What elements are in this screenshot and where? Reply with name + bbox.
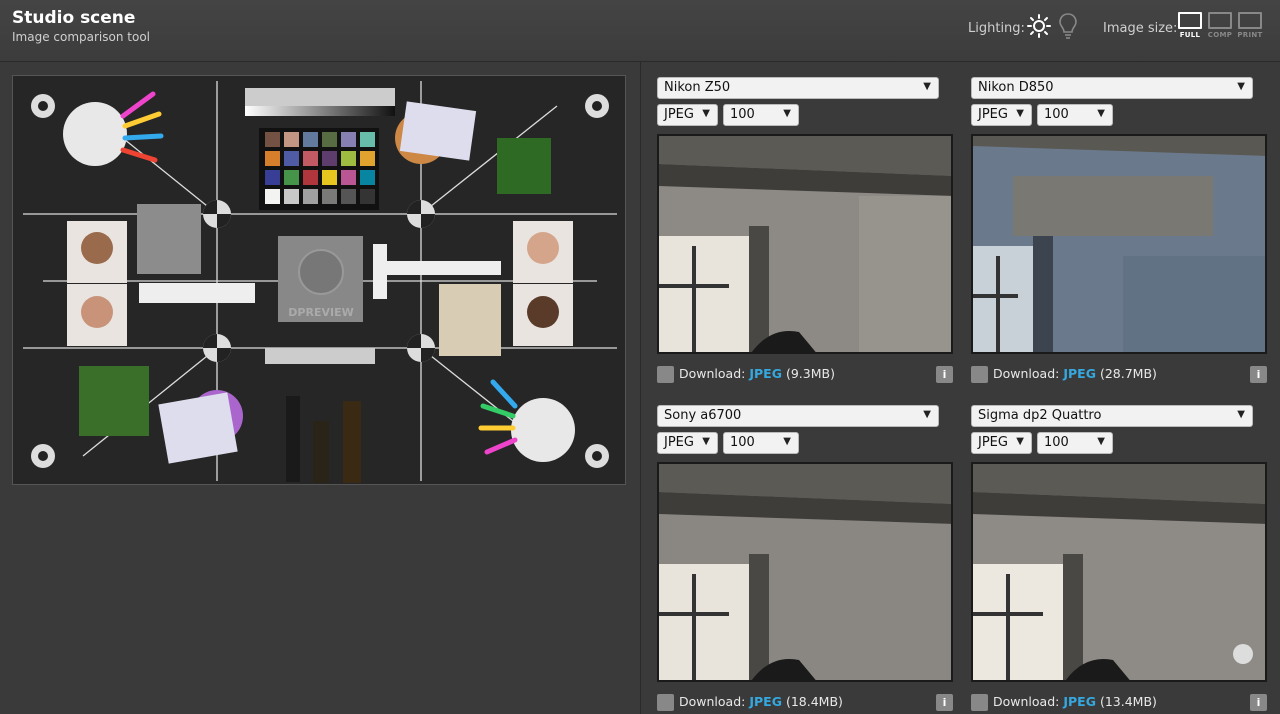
download-format-link[interactable]: JPEG [1063,366,1096,381]
full-size-icon [1178,12,1202,29]
size-comp-button[interactable]: COMP [1207,12,1233,42]
format-select[interactable]: JPEG ▼ [971,432,1032,454]
lighting-label: Lighting: [968,21,1025,36]
chevron-down-icon: ▼ [1016,436,1024,447]
download-row: Download: JPEG (28.7MB) i [971,365,1267,385]
crop-image[interactable] [971,134,1267,354]
studio-scene-image[interactable]: DPREVIEW [12,75,626,485]
download-format-link[interactable]: JPEG [749,366,782,381]
download-row: Download: JPEG (9.3MB) i [657,365,953,385]
format-select[interactable]: JPEG ▼ [657,432,718,454]
download-icon[interactable] [657,366,674,383]
chevron-down-icon: ▼ [1097,436,1105,447]
comp-size-icon [1208,12,1232,29]
print-size-icon [1238,12,1262,29]
iso-select[interactable]: 100 ▼ [723,432,799,454]
chevron-down-icon: ▼ [923,409,931,420]
image-size-label: Image size: [1103,21,1178,36]
camera-select[interactable]: Nikon Z50 ▼ [657,77,939,99]
info-icon[interactable]: i [936,366,953,383]
chevron-down-icon: ▼ [1016,108,1024,119]
crop-image[interactable] [657,134,953,354]
info-icon[interactable]: i [1250,694,1267,711]
download-icon[interactable] [971,366,988,383]
panel-divider [640,62,641,714]
download-row: Download: JPEG (13.4MB) i [971,693,1267,713]
format-select[interactable]: JPEG ▼ [657,104,718,126]
download-format-link[interactable]: JPEG [1063,694,1096,709]
crop-image[interactable] [657,462,953,682]
download-icon[interactable] [657,694,674,711]
download-row: Download: JPEG (18.4MB) i [657,693,953,713]
crop-image[interactable] [971,462,1267,682]
chevron-down-icon: ▼ [783,436,791,447]
format-select[interactable]: JPEG ▼ [971,104,1032,126]
iso-select[interactable]: 100 ▼ [1037,432,1113,454]
chevron-down-icon: ▼ [1097,108,1105,119]
chevron-down-icon: ▼ [702,436,710,447]
page-subtitle: Image comparison tool [12,30,150,44]
chevron-down-icon: ▼ [1237,409,1245,420]
scene-logo-text: DPREVIEW [288,306,353,319]
header: Studio scene Image comparison tool Light… [0,0,1280,62]
download-format-link[interactable]: JPEG [749,694,782,709]
camera-select[interactable]: Sony a6700 ▼ [657,405,939,427]
iso-select[interactable]: 100 ▼ [723,104,799,126]
chevron-down-icon: ▼ [702,108,710,119]
chevron-down-icon: ▼ [1237,81,1245,92]
camera-select[interactable]: Sigma dp2 Quattro ▼ [971,405,1253,427]
camera-select[interactable]: Nikon D850 ▼ [971,77,1253,99]
download-icon[interactable] [971,694,988,711]
iso-select[interactable]: 100 ▼ [1037,104,1113,126]
chevron-down-icon: ▼ [783,108,791,119]
info-icon[interactable]: i [936,694,953,711]
size-full-button[interactable]: FULL [1177,12,1203,42]
page-title: Studio scene [12,8,136,28]
sun-icon[interactable] [1027,14,1051,38]
bulb-icon[interactable] [1058,12,1078,40]
info-icon[interactable]: i [1250,366,1267,383]
chevron-down-icon: ▼ [923,81,931,92]
size-print-button[interactable]: PRINT [1237,12,1263,42]
